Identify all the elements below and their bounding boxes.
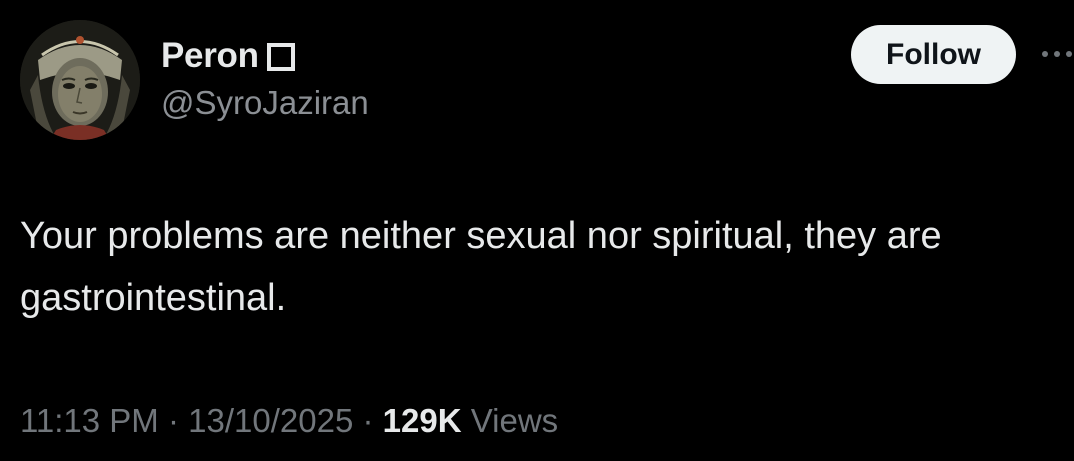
tweet-date[interactable]: 13/10/2025 [188, 402, 353, 439]
views-label: Views [470, 402, 559, 439]
user-handle[interactable]: @SyroJaziran [161, 84, 369, 122]
dot [1042, 51, 1048, 57]
meta-separator: · [362, 402, 374, 439]
display-name[interactable]: Peron [161, 36, 259, 76]
meta-separator: · [167, 402, 179, 439]
dot [1066, 51, 1072, 57]
tweet-card: Peron @SyroJaziran Follow Your problems … [0, 0, 1074, 461]
dot [1054, 51, 1060, 57]
profile-portrait-image [20, 20, 140, 140]
follow-button[interactable]: Follow [851, 25, 1016, 84]
more-options-icon[interactable] [1036, 40, 1074, 68]
tweet-time[interactable]: 11:13 PM [20, 402, 159, 439]
tweet-text: Your problems are neither sexual nor spi… [20, 215, 942, 319]
views-count[interactable]: 129K [383, 402, 462, 439]
avatar[interactable] [20, 20, 140, 140]
author-name-row[interactable]: Peron [161, 34, 295, 78]
square-symbol-icon [266, 43, 295, 71]
tweet-meta: 11:13 PM · 13/10/2025 · 129K Views [20, 402, 558, 440]
